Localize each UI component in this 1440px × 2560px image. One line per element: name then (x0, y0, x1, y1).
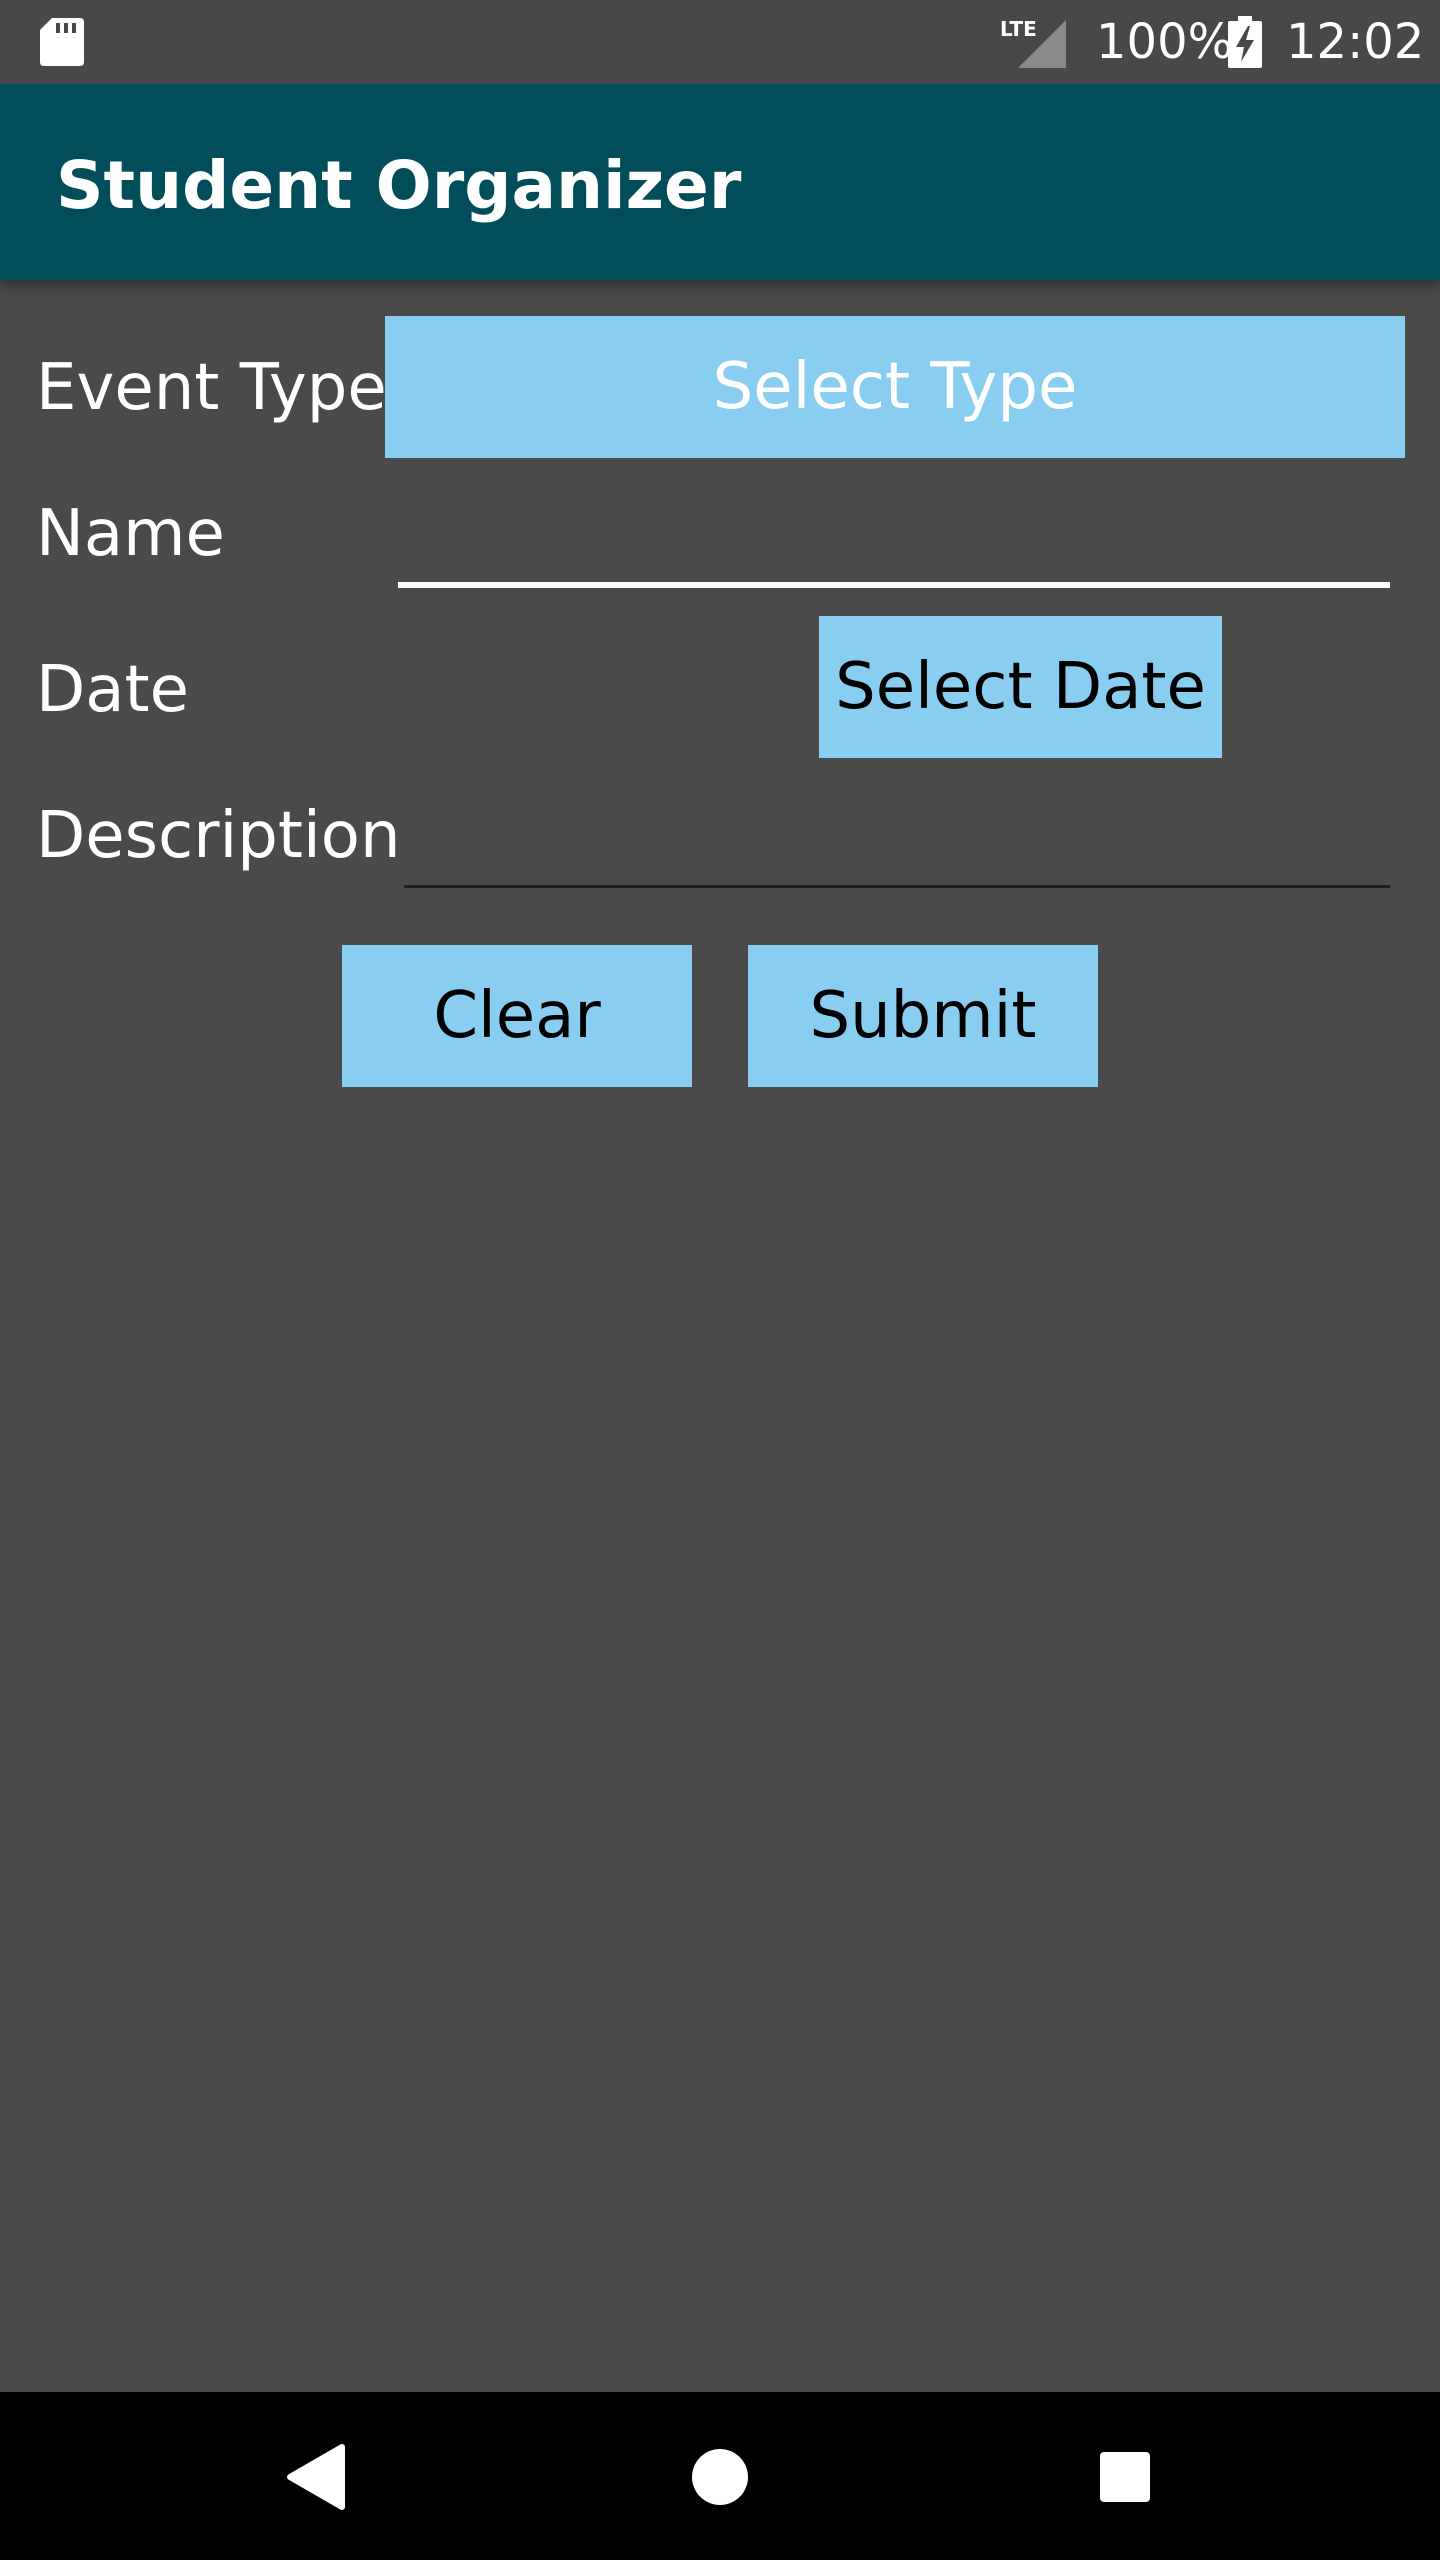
navigation-bar (0, 2392, 1440, 2560)
status-clock: 12:02 (1286, 14, 1425, 70)
status-bar: LTE 100% 12:02 (0, 0, 1440, 84)
battery-percentage: 100% (1096, 14, 1234, 70)
select-date-button[interactable]: Select Date (819, 616, 1222, 758)
name-label: Name (36, 497, 225, 571)
recents-icon[interactable] (1080, 2432, 1170, 2522)
sd-card-icon (40, 18, 84, 66)
description-label: Description (36, 799, 401, 873)
select-type-button[interactable]: Select Type (385, 316, 1405, 458)
home-icon[interactable] (675, 2432, 765, 2522)
battery-charging-icon (1228, 16, 1262, 68)
submit-button[interactable]: Submit (748, 945, 1098, 1087)
back-icon[interactable] (270, 2432, 360, 2522)
date-label: Date (36, 653, 189, 727)
lte-signal-icon: LTE (1000, 17, 1066, 68)
name-input[interactable] (398, 500, 1390, 588)
network-type-label: LTE (1000, 17, 1037, 41)
event-type-label: Event Type (36, 351, 387, 425)
app-title: Student Organizer (56, 147, 742, 224)
clear-button[interactable]: Clear (342, 945, 692, 1087)
app-bar: Student Organizer (0, 84, 1440, 280)
description-input[interactable] (404, 800, 1390, 888)
